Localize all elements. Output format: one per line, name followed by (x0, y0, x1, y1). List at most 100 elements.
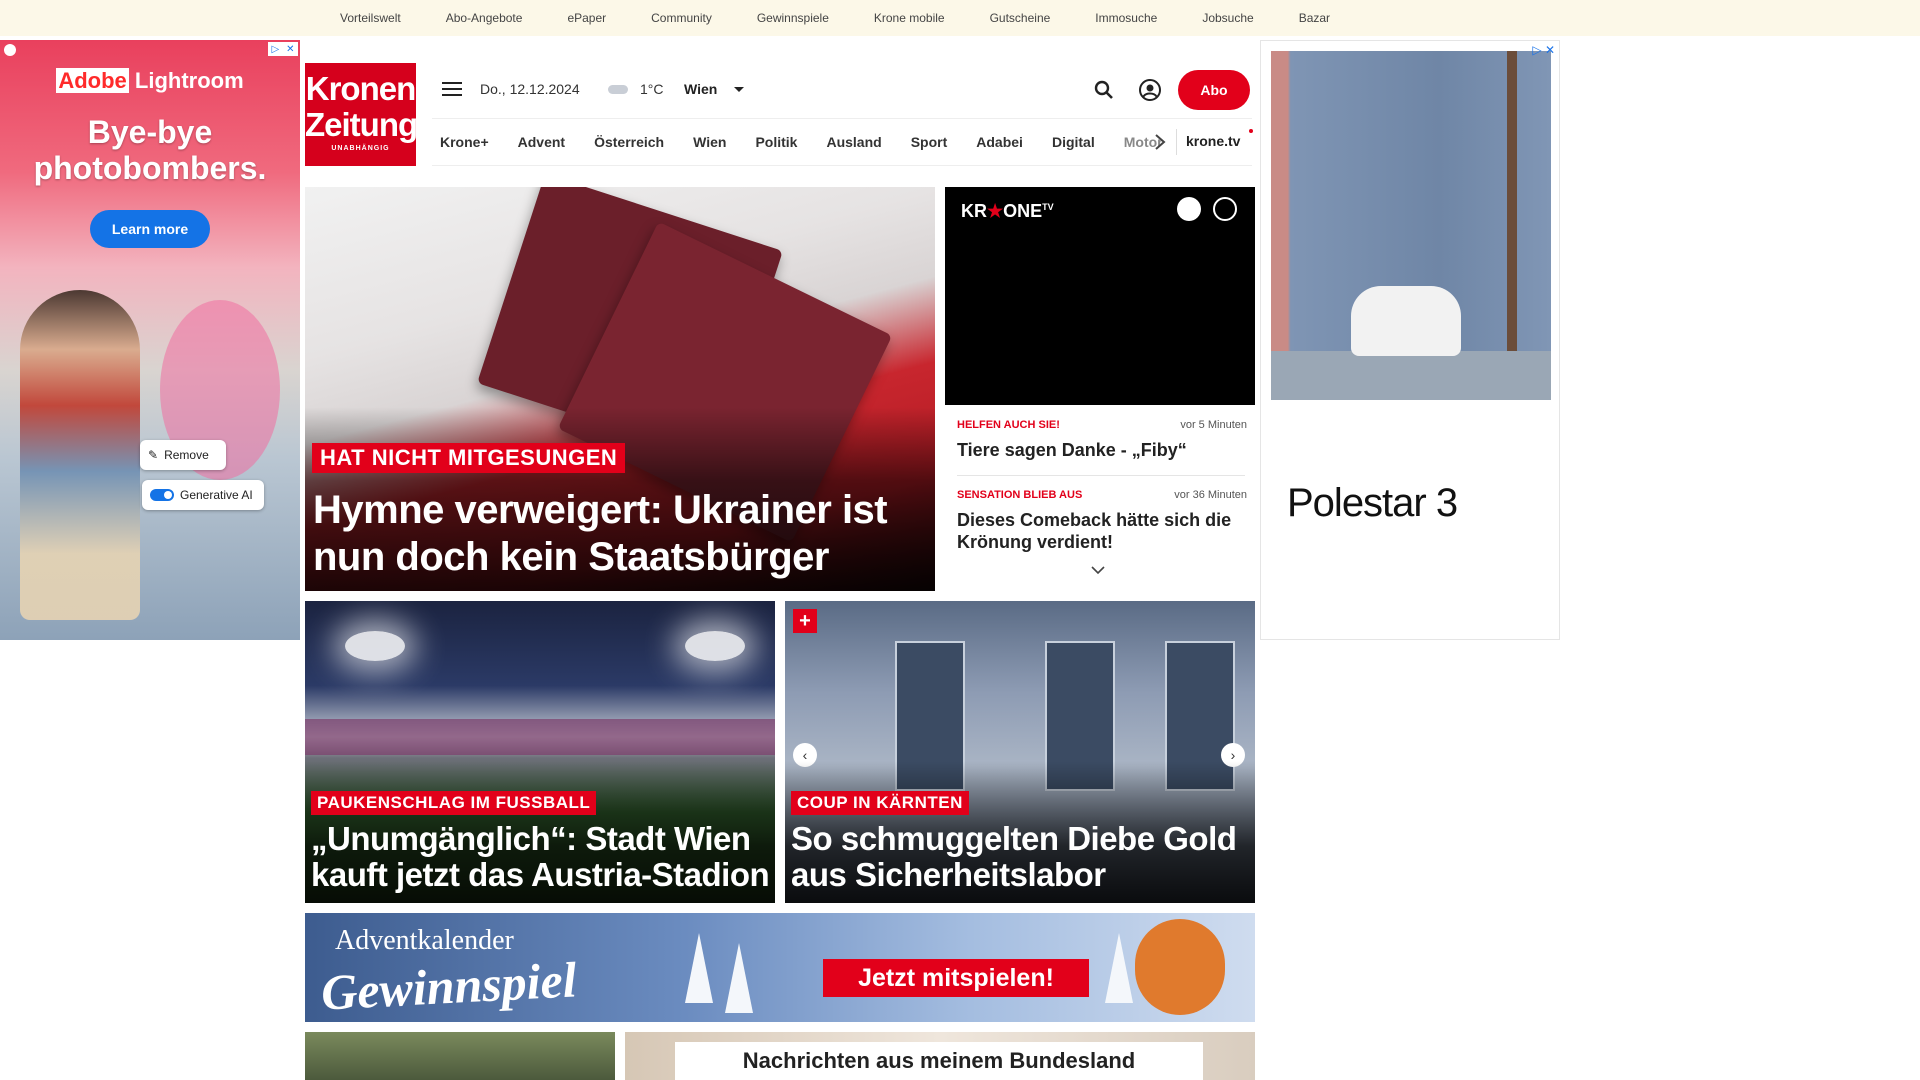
search-icon[interactable] (1092, 78, 1116, 102)
stadium-stand-shape (305, 719, 775, 755)
advent-banner[interactable]: Adventkalender Gewinnspiel Jetzt mitspie… (305, 913, 1255, 1022)
ad-right-car-photo (1271, 51, 1551, 400)
ad-left-brand-adobe: Adobe (56, 68, 129, 93)
article-tile[interactable]: + ‹ › COUP IN KÄRNTEN So schmuggelten Di… (785, 601, 1255, 903)
site-logo[interactable]: Kronen Zeitung UNABHÄNGIG (305, 63, 418, 166)
adchoices-icon[interactable]: ▷ ✕ (1532, 43, 1555, 57)
krone-tv-logo-left: KR (961, 201, 987, 221)
chevron-down-icon[interactable] (734, 87, 744, 92)
nav-item-kroneplus[interactable]: Krone+ (440, 134, 489, 150)
account-icon[interactable] (1138, 78, 1162, 102)
utility-link-immosuche[interactable]: Immosuche (1095, 11, 1157, 25)
ground-shape (1271, 351, 1551, 400)
nav-item-digital[interactable]: Digital (1052, 134, 1095, 150)
hero-kicker: HAT NICHT MITGESUNGEN (312, 443, 626, 473)
tree-shape (725, 943, 753, 1013)
list-item-title: Dieses Comeback hätte sich die Krönung v… (957, 510, 1232, 552)
nav-item-oesterreich[interactable]: Österreich (594, 134, 664, 150)
ad-right-polestar[interactable]: ▷ ✕ Polestar 3 (1260, 40, 1560, 640)
bottom-article-image[interactable] (305, 1032, 615, 1080)
nav-item-sport[interactable]: Sport (911, 134, 948, 150)
list-item-title: Tiere sagen Danke - „Fiby“ (957, 440, 1187, 460)
cloud-icon (608, 85, 628, 94)
tile-title: So schmuggelten Diebe Gold aus Sicherhei… (791, 820, 1237, 893)
nav-item-ausland[interactable]: Ausland (826, 134, 881, 150)
header-temperature: 1°C (640, 81, 664, 97)
eraser-icon: ✎ (148, 448, 159, 462)
list-item-time: vor 5 Minuten (1180, 419, 1247, 431)
ad-left-genai-label: Generative AI (180, 488, 253, 502)
hero-title: Hymne verweigert: Ukrainer ist nun doch … (313, 488, 888, 579)
nav-item-wien[interactable]: Wien (693, 134, 726, 150)
ad-left-genai-chip[interactable]: Generative AI (142, 480, 264, 510)
utility-link-epaper[interactable]: ePaper (567, 11, 606, 25)
abo-button[interactable]: Abo (1178, 70, 1250, 110)
video-player[interactable]: KR★ONETV (945, 187, 1255, 405)
car-shape (1351, 286, 1461, 356)
nav-item-krone-tv[interactable]: krone.tv (1186, 133, 1240, 149)
logo-line-2: Zeitung (305, 106, 418, 143)
utility-bar: Vorteilswelt Abo-Angebote ePaper Communi… (0, 0, 1920, 36)
utility-link-bazar[interactable]: Bazar (1299, 11, 1330, 25)
utility-link-community[interactable]: Community (651, 11, 712, 25)
ad-left-headline: Bye-bye photobombers. (33, 114, 267, 186)
krone-plus-badge: + (793, 609, 817, 633)
adchoices-icon[interactable]: ▷ ✕ (268, 42, 298, 56)
utility-link-krone-mobile[interactable]: Krone mobile (874, 11, 945, 25)
menu-icon[interactable] (442, 82, 462, 96)
mute-icon[interactable] (1177, 197, 1201, 221)
utility-links: Vorteilswelt Abo-Angebote ePaper Communi… (340, 0, 1375, 36)
ad-left-remove-chip[interactable]: ✎ Remove (140, 440, 226, 470)
ad-left-photo-person (20, 290, 140, 620)
nav-item-advent[interactable]: Advent (518, 134, 565, 150)
list-item[interactable]: HELFEN AUCH SIE! vor 5 Minuten Tiere sag… (957, 419, 1247, 461)
banner-line-2: Gewinnspiel (319, 951, 578, 1021)
ad-left-remove-label: Remove (164, 448, 209, 462)
nav-divider (1176, 129, 1177, 155)
site-header: Do., 12.12.2024 1°C Wien Abo (432, 70, 1252, 110)
live-dot-icon (1249, 129, 1253, 133)
header-date: Do., 12.12.2024 (480, 81, 580, 97)
ad-right-brand: Polestar 3 (1287, 481, 1458, 525)
ad-left-brand-lightroom: Lightroom (134, 68, 244, 93)
utility-link-gewinnspiele[interactable]: Gewinnspiele (757, 11, 829, 25)
ad-left-lightroom[interactable]: ▷ ✕ Adobe Lightroom Bye-bye photobombers.… (0, 40, 300, 640)
floodlight-shape (345, 631, 405, 661)
utility-link-jobsuche[interactable]: Jobsuche (1202, 11, 1253, 25)
fullscreen-icon[interactable] (1213, 197, 1237, 221)
tile-title: „Unumgänglich“: Stadt Wien kauft jetzt d… (311, 820, 770, 893)
star-icon: ★ (987, 201, 1004, 221)
tile-kicker: COUP IN KÄRNTEN (791, 791, 969, 815)
ad-left-brand: Adobe Lightroom (0, 68, 300, 94)
utility-link-abo-angebote[interactable]: Abo-Angebote (446, 11, 523, 25)
nav-item-politik[interactable]: Politik (755, 134, 797, 150)
city-selector[interactable]: Wien (684, 81, 717, 97)
list-item-time: vor 36 Minuten (1174, 489, 1247, 501)
utility-link-vorteilswelt[interactable]: Vorteilswelt (340, 11, 401, 25)
banner-cta-button[interactable]: Jetzt mitspielen! (823, 959, 1089, 997)
hero-article[interactable]: HAT NICHT MITGESUNGEN Hymne verweigert: … (305, 187, 935, 591)
ad-privacy-icon[interactable] (4, 44, 16, 56)
toggle-icon (150, 489, 174, 501)
palm-tree-shape (1507, 51, 1517, 400)
utility-link-gutscheine[interactable]: Gutscheine (990, 11, 1051, 25)
bundesland-section: Nachrichten aus meinem Bundesland (625, 1032, 1255, 1080)
nav-item-adabei[interactable]: Adabei (976, 134, 1023, 150)
chevron-right-icon[interactable] (1153, 133, 1167, 151)
list-item[interactable]: SENSATION BLIEB AUS vor 36 Minuten Diese… (957, 489, 1247, 553)
latest-news-list: HELFEN AUCH SIE! vor 5 Minuten Tiere sag… (945, 405, 1255, 591)
tree-shape (1105, 933, 1133, 1003)
banner-line-1: Adventkalender (335, 925, 514, 956)
krone-tv-logo-right: ONE (1003, 201, 1043, 221)
article-tile[interactable]: PAUKENSCHLAG IM FUSSBALL „Unumgänglich“:… (305, 601, 775, 903)
chevron-down-icon[interactable] (1091, 565, 1105, 575)
ad-left-learn-more-button[interactable]: Learn more (90, 210, 210, 248)
logo-tagline: UNABHÄNGIG (331, 145, 390, 152)
nav-items: Krone+ Advent Österreich Wien Politik Au… (440, 119, 1192, 165)
krone-tv-logo-sup: TV (1042, 202, 1054, 212)
tile-kicker: PAUKENSCHLAG IM FUSSBALL (311, 791, 597, 815)
fox-mascot-shape (1135, 919, 1225, 1015)
logo-line-1: Kronen (305, 70, 417, 107)
floodlight-shape (685, 631, 745, 661)
bundesland-headline[interactable]: Nachrichten aus meinem Bundesland (675, 1042, 1203, 1080)
